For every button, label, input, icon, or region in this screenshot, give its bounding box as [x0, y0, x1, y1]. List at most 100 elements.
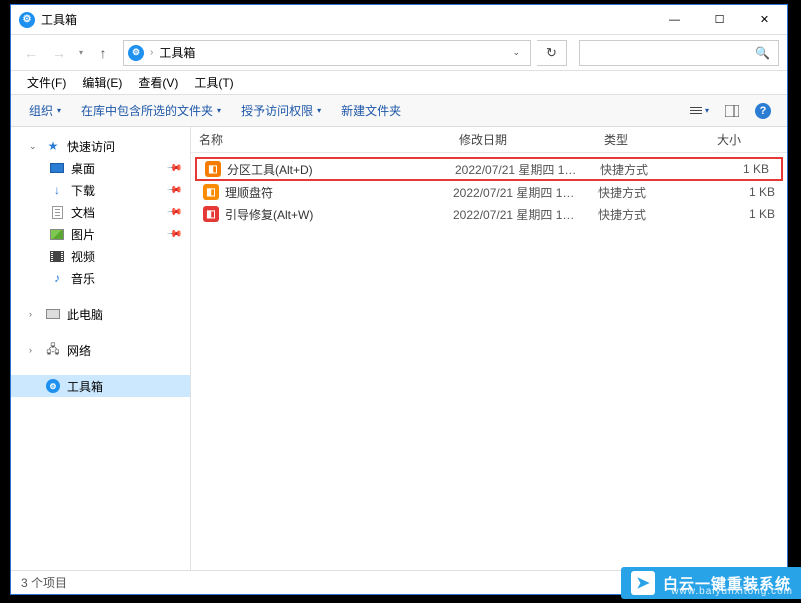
file-name: 引导修复(Alt+W) — [225, 206, 453, 223]
column-headers: 名称 修改日期 类型 大小 — [191, 127, 787, 153]
content-area: ⌄ ★ 快速访问 桌面 📌 ↓ 下载 📌 文档 📌 图片 — [11, 127, 787, 570]
search-box[interactable]: 🔍 — [579, 40, 779, 66]
download-icon: ↓ — [49, 182, 65, 198]
chevron-down-icon: ▾ — [705, 106, 709, 115]
organize-button[interactable]: 组织 ▾ — [21, 98, 69, 123]
file-icon: ◧ — [205, 161, 221, 177]
menu-edit[interactable]: 编辑(E) — [74, 70, 130, 95]
location-text: 工具箱 — [159, 44, 500, 61]
network-icon: 🖧 — [45, 342, 61, 358]
file-size: 1 KB — [713, 162, 781, 176]
music-icon: ♪ — [49, 270, 65, 286]
pin-icon: 📌 — [165, 182, 182, 199]
new-folder-button[interactable]: 新建文件夹 — [333, 98, 409, 123]
file-type: 快捷方式 — [598, 184, 711, 201]
address-dropdown[interactable]: ⌄ — [506, 47, 526, 58]
menu-bar: 文件(F) 编辑(E) 查看(V) 工具(T) — [11, 71, 787, 95]
view-options-button[interactable]: ▾ — [684, 102, 715, 119]
file-icon: ◧ — [203, 206, 219, 222]
pane-icon — [725, 105, 739, 117]
file-date: 2022/07/21 星期四 1… — [453, 206, 598, 223]
menu-file[interactable]: 文件(F) — [19, 70, 74, 95]
sidebar-item-downloads[interactable]: ↓ 下载 📌 — [11, 179, 190, 201]
file-row[interactable]: ◧ 引导修复(Alt+W) 2022/07/21 星期四 1… 快捷方式 1 K… — [191, 203, 787, 225]
history-dropdown[interactable]: ▾ — [75, 48, 87, 57]
back-button[interactable]: ← — [19, 41, 43, 65]
caret-right-icon: › — [29, 345, 39, 355]
sidebar-item-quick-access[interactable]: ⌄ ★ 快速访问 — [11, 135, 190, 157]
column-header-date[interactable]: 修改日期 — [451, 131, 596, 148]
sidebar-item-documents[interactable]: 文档 📌 — [11, 201, 190, 223]
explorer-window: ⚙ 工具箱 — ☐ ✕ ← → ▾ ↑ ⚙ › 工具箱 ⌄ ↻ 🔍 文件(F) … — [10, 4, 788, 595]
caret-down-icon: ⌄ — [29, 141, 39, 152]
file-date: 2022/07/21 星期四 1… — [455, 161, 600, 178]
file-row[interactable]: ◧ 理顺盘符 2022/07/21 星期四 1… 快捷方式 1 KB — [191, 181, 787, 203]
video-icon — [49, 248, 65, 264]
file-list-body: ◧ 分区工具(Alt+D) 2022/07/21 星期四 1… 快捷方式 1 K… — [191, 153, 787, 570]
watermark-url: www.baiyunxitong.com — [671, 586, 793, 597]
star-icon: ★ — [45, 138, 61, 154]
forward-button[interactable]: → — [47, 41, 71, 65]
minimize-button[interactable]: — — [652, 5, 697, 34]
title-bar: ⚙ 工具箱 — ☐ ✕ — [11, 5, 787, 35]
up-button[interactable]: ↑ — [91, 41, 115, 65]
menu-tools[interactable]: 工具(T) — [186, 70, 241, 95]
toolbox-icon: ⚙ — [45, 378, 61, 394]
search-icon: 🔍 — [755, 46, 770, 60]
file-date: 2022/07/21 星期四 1… — [453, 184, 598, 201]
pin-icon: 📌 — [165, 204, 182, 221]
sidebar-label: 此电脑 — [67, 306, 103, 323]
organize-label: 组织 — [29, 102, 53, 119]
file-type: 快捷方式 — [600, 161, 713, 178]
window-controls: — ☐ ✕ — [652, 5, 787, 34]
chevron-down-icon: ▾ — [57, 106, 61, 115]
document-icon — [49, 204, 65, 220]
file-row[interactable]: ◧ 分区工具(Alt+D) 2022/07/21 星期四 1… 快捷方式 1 K… — [195, 157, 783, 181]
sidebar-label: 图片 — [71, 226, 95, 243]
column-header-type[interactable]: 类型 — [596, 131, 709, 148]
column-header-size[interactable]: 大小 — [709, 131, 787, 148]
include-label: 在库中包含所选的文件夹 — [81, 102, 213, 119]
watermark-icon: ➤ — [631, 571, 655, 595]
sidebar-item-network[interactable]: › 🖧 网络 — [11, 339, 190, 361]
close-button[interactable]: ✕ — [742, 5, 787, 34]
menu-view[interactable]: 查看(V) — [130, 70, 186, 95]
address-bar[interactable]: ⚙ › 工具箱 ⌄ — [123, 40, 531, 66]
caret-right-icon: › — [29, 309, 39, 319]
file-list: 名称 修改日期 类型 大小 ◧ 分区工具(Alt+D) 2022/07/21 星… — [191, 127, 787, 570]
file-icon: ◧ — [203, 184, 219, 200]
sidebar-item-pictures[interactable]: 图片 📌 — [11, 223, 190, 245]
tree-gap — [11, 361, 190, 375]
window-title: 工具箱 — [41, 11, 77, 28]
help-button[interactable]: ? — [749, 99, 777, 123]
title-bar-left: ⚙ 工具箱 — [19, 11, 77, 28]
pc-icon — [45, 306, 61, 322]
preview-pane-button[interactable] — [719, 101, 745, 121]
column-header-name[interactable]: 名称 — [191, 131, 451, 148]
maximize-button[interactable]: ☐ — [697, 5, 742, 34]
sidebar-item-desktop[interactable]: 桌面 📌 — [11, 157, 190, 179]
sidebar-label: 文档 — [71, 204, 95, 221]
sidebar-item-toolbox[interactable]: ⚙ 工具箱 — [11, 375, 190, 397]
tree-gap — [11, 289, 190, 303]
navigation-pane: ⌄ ★ 快速访问 桌面 📌 ↓ 下载 📌 文档 📌 图片 — [11, 127, 191, 570]
help-icon: ? — [755, 103, 771, 119]
pin-icon: 📌 — [165, 160, 182, 177]
sidebar-item-this-pc[interactable]: › 此电脑 — [11, 303, 190, 325]
grant-access-button[interactable]: 授予访问权限 ▾ — [233, 98, 329, 123]
sidebar-label: 下载 — [71, 182, 95, 199]
sidebar-label: 音乐 — [71, 270, 95, 287]
include-in-library-button[interactable]: 在库中包含所选的文件夹 ▾ — [73, 98, 229, 123]
desktop-icon — [49, 160, 65, 176]
chevron-down-icon: ▾ — [317, 106, 321, 115]
sidebar-label: 桌面 — [71, 160, 95, 177]
sidebar-label: 视频 — [71, 248, 95, 265]
path-separator: › — [150, 47, 153, 58]
refresh-button[interactable]: ↻ — [537, 40, 567, 66]
grant-label: 授予访问权限 — [241, 102, 313, 119]
sidebar-item-videos[interactable]: 视频 — [11, 245, 190, 267]
app-icon: ⚙ — [19, 12, 35, 28]
sidebar-label: 工具箱 — [67, 378, 103, 395]
sidebar-item-music[interactable]: ♪ 音乐 — [11, 267, 190, 289]
sidebar-label: 网络 — [67, 342, 91, 359]
